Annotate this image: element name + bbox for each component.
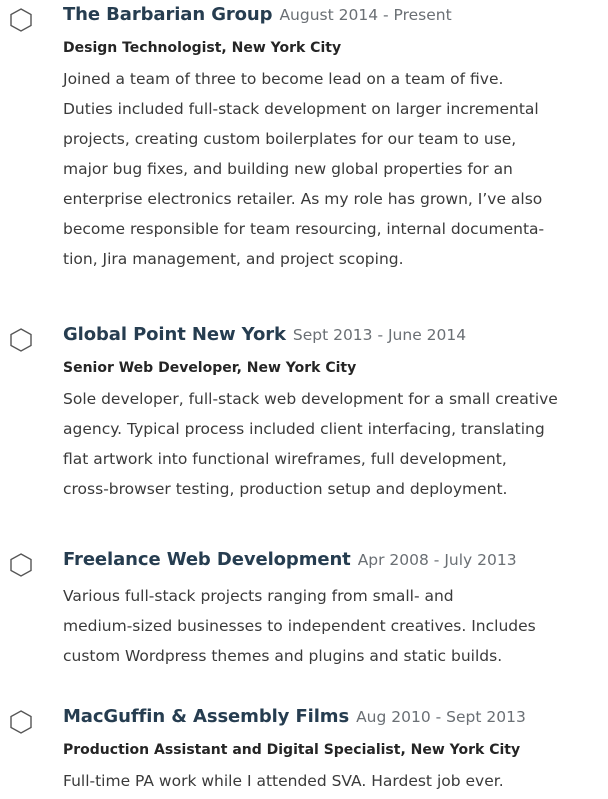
job-title: Design Technologist, New York City <box>63 40 342 56</box>
company-name: MacGuffin & Assembly Films <box>63 706 350 727</box>
entry-heading: Freelance Web Development Apr 2008 - Jul… <box>63 549 602 581</box>
description-line: custom Wordpress themes and plugins and … <box>63 647 503 665</box>
job-title: Production Assistant and Digital Special… <box>63 742 521 758</box>
company-name: Freelance Web Development <box>63 549 351 570</box>
description-line: major bug fixes, and building new global… <box>63 160 513 178</box>
company-name: The Barbarian Group <box>63 4 273 25</box>
description-line: Sole developer, full-stack web developme… <box>63 390 558 408</box>
employment-dates: August 2014 - Present <box>279 6 452 24</box>
entry-heading: MacGuffin & Assembly Films Aug 2010 - Se… <box>63 706 602 738</box>
description-line: cross-browser testing, production setup … <box>63 480 508 498</box>
company-name: Global Point New York <box>63 324 286 345</box>
description-line: Duties included full-stack development o… <box>63 100 539 118</box>
job-description: Sole developer, full-stack web developme… <box>63 384 602 504</box>
description-line: agency. Typical process included client … <box>63 420 545 438</box>
job-title: Senior Web Developer, New York City <box>63 360 357 376</box>
hexagon-icon <box>10 553 32 577</box>
employment-dates: Sept 2013 - June 2014 <box>292 326 467 344</box>
description-line: Full-time PA work while I attended SVA. … <box>63 772 504 790</box>
employment-dates: Apr 2008 - July 2013 <box>357 551 517 569</box>
entry-heading: Global Point New York Sept 2013 - June 2… <box>63 324 602 356</box>
hexagon-icon <box>10 710 32 734</box>
entry-heading: The Barbarian Group August 2014 - Presen… <box>63 4 602 36</box>
job-description: Full-time PA work while I attended SVA. … <box>63 766 602 796</box>
description-line: tion, Jira management, and project scopi… <box>63 250 404 268</box>
description-line: Joined a team of three to become lead on… <box>63 70 504 88</box>
job-description: Various full-stack projects ranging from… <box>63 581 602 671</box>
hexagon-icon <box>10 8 32 32</box>
description-line: enterprise electronics retailer. As my r… <box>63 190 543 208</box>
job-description: Joined a team of three to become lead on… <box>63 64 602 274</box>
description-line: projects, creating custom boilerplates f… <box>63 130 517 148</box>
employment-dates: Aug 2010 - Sept 2013 <box>356 708 526 726</box>
description-line: medium-sized businesses to independent c… <box>63 617 536 635</box>
description-line: become responsible for team resourcing, … <box>63 220 545 238</box>
hexagon-icon <box>10 328 32 352</box>
description-line: Various full-stack projects ranging from… <box>63 587 454 605</box>
description-line: flat artwork into functional wireframes,… <box>63 450 507 468</box>
